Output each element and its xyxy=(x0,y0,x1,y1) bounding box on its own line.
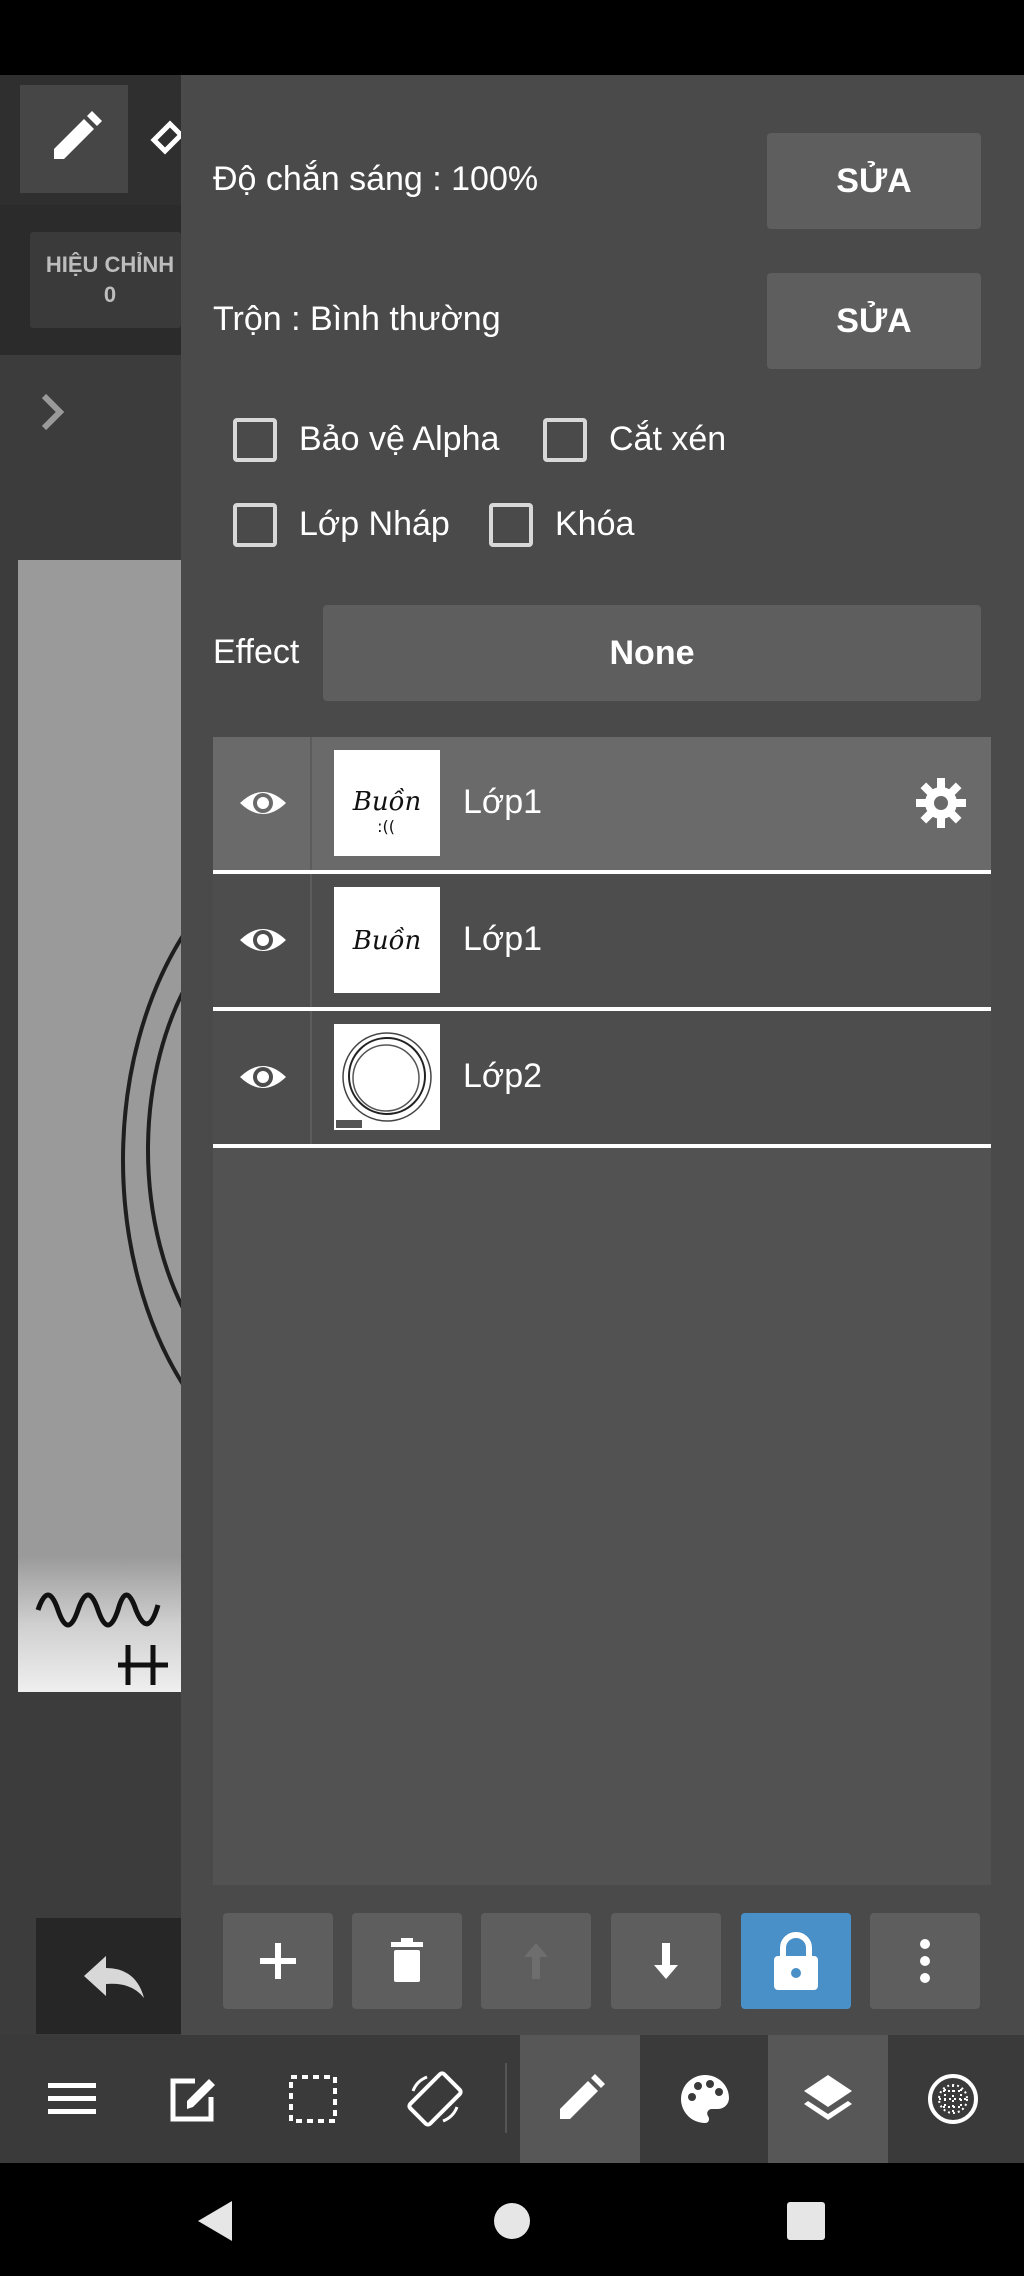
draft-layer-checkbox[interactable] xyxy=(233,503,277,547)
layer-name: Lớp2 xyxy=(463,1057,543,1095)
eye-icon[interactable] xyxy=(237,914,289,966)
eraser-tool-button[interactable] xyxy=(140,110,181,170)
lock-label: Khóa xyxy=(555,505,635,543)
lock-icon xyxy=(774,1932,818,1990)
home-nav-icon[interactable] xyxy=(492,2201,532,2241)
move-layer-down-button[interactable] xyxy=(611,1913,721,2009)
divider xyxy=(310,874,312,1007)
edit-blend-button[interactable]: SỬA xyxy=(767,273,981,369)
gear-icon[interactable] xyxy=(913,775,969,831)
alpha-protect-checkbox[interactable] xyxy=(233,418,277,462)
add-layer-button[interactable] xyxy=(223,1913,333,2009)
alpha-protect-label: Bảo vệ Alpha xyxy=(299,420,500,458)
effect-button[interactable]: None xyxy=(323,605,981,701)
undo-button[interactable] xyxy=(36,1918,181,2034)
edit-square-icon xyxy=(170,2078,215,2122)
layer-name: Lớp1 xyxy=(463,920,543,958)
layer-row[interactable]: Lớp2 xyxy=(213,1011,991,1144)
rotate-icon xyxy=(407,2071,463,2127)
thumb-text: Buồn xyxy=(352,787,422,817)
more-options-button[interactable] xyxy=(870,1913,980,2009)
toolbar-divider xyxy=(505,2063,507,2133)
globe-button[interactable] xyxy=(903,2035,1003,2163)
correction-value: 0 xyxy=(103,282,117,307)
correction-label: HIỆU CHỈNH xyxy=(45,252,175,277)
clipping-label: Cắt xén xyxy=(609,420,727,458)
rotate-canvas-button[interactable] xyxy=(385,2035,485,2163)
layer-separator xyxy=(213,1144,991,1148)
layer-thumbnail: Buồn :(( xyxy=(334,750,440,856)
layers-tab-button[interactable] xyxy=(768,2035,888,2163)
color-button[interactable] xyxy=(655,2035,755,2163)
draft-layer-label: Lớp Nháp xyxy=(299,505,450,543)
thumb-text: Buồn xyxy=(352,926,422,956)
back-nav-icon[interactable] xyxy=(194,2199,238,2243)
correction-button[interactable] xyxy=(30,232,181,328)
menu-button[interactable] xyxy=(22,2035,122,2163)
eraser-icon xyxy=(150,120,181,155)
chevron-right-icon[interactable] xyxy=(36,390,76,434)
add-icon xyxy=(260,1943,296,1979)
layer-thumbnail xyxy=(334,1024,440,1130)
menu-icon xyxy=(48,2083,96,2114)
divider xyxy=(310,737,312,870)
grid-globe-icon xyxy=(928,2074,978,2124)
arrow-down-icon xyxy=(654,1943,678,1979)
layer-thumbnail: Buồn xyxy=(334,887,440,993)
edit-opacity-button[interactable]: SỬA xyxy=(767,133,981,229)
pen-tab-button[interactable] xyxy=(520,2035,640,2163)
opacity-label: Độ chắn sáng : 100% xyxy=(213,160,539,198)
layers-icon xyxy=(804,2075,852,2120)
pen-tool-button[interactable] xyxy=(20,85,128,193)
lock-layer-button[interactable] xyxy=(741,1913,851,2009)
selection-icon xyxy=(289,2075,337,2123)
drawing-canvas[interactable] xyxy=(18,560,181,1692)
eye-icon[interactable] xyxy=(237,1051,289,1103)
layer-row[interactable]: Buồn :(( Lớp1 xyxy=(213,737,991,870)
clipping-checkbox[interactable] xyxy=(543,418,587,462)
pen-icon xyxy=(560,2074,605,2119)
eye-icon[interactable] xyxy=(237,777,289,829)
layer-name: Lớp1 xyxy=(463,783,543,821)
svg-text::((: :(( xyxy=(377,817,395,836)
selection-button[interactable] xyxy=(263,2035,363,2163)
undo-icon xyxy=(84,1956,144,1998)
recents-nav-icon[interactable] xyxy=(786,2201,826,2241)
blend-label: Trộn : Bình thường xyxy=(213,300,501,338)
arrow-up-icon xyxy=(524,1943,548,1979)
divider xyxy=(310,1011,312,1144)
layer-list: Buồn :(( Lớp1 Buồn Lớp1 Lớp2 xyxy=(213,737,991,1885)
lock-checkbox[interactable] xyxy=(489,503,533,547)
more-vertical-icon xyxy=(920,1939,930,1983)
pen-icon xyxy=(54,111,102,159)
move-layer-up-button[interactable] xyxy=(481,1913,591,2009)
edit-button[interactable] xyxy=(143,2035,243,2163)
delete-layer-button[interactable] xyxy=(352,1913,462,2009)
status-bar xyxy=(0,0,1024,75)
effect-label: Effect xyxy=(213,633,300,671)
trash-icon xyxy=(391,1938,423,1982)
palette-icon xyxy=(681,2075,729,2123)
layer-row[interactable]: Buồn Lớp1 xyxy=(213,874,991,1007)
